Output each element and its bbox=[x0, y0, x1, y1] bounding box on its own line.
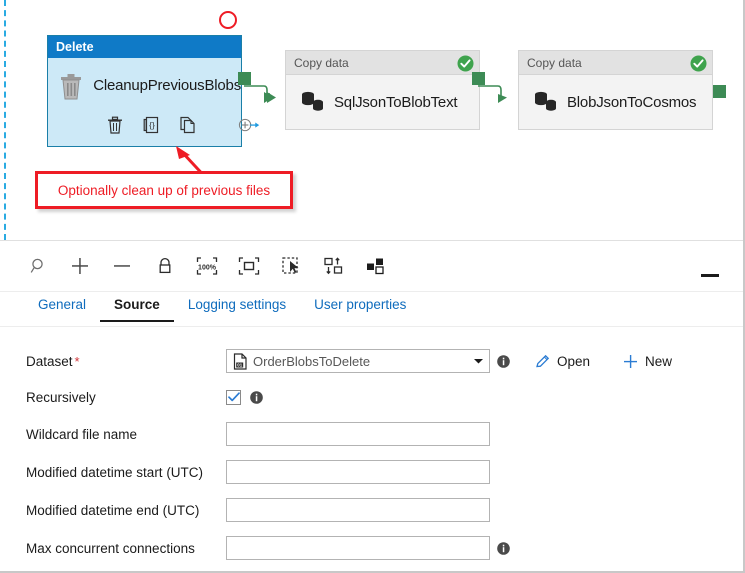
dataset-file-icon: 01 bbox=[227, 352, 253, 370]
dataset-info-icon[interactable] bbox=[497, 354, 510, 368]
tab-user-properties[interactable]: User properties bbox=[300, 292, 420, 320]
field-label-modified-datetime-end: Modified datetime end (UTC) bbox=[26, 502, 200, 518]
panel-tabs: General Source Logging settings User pro… bbox=[0, 292, 743, 327]
auto-align-icon[interactable] bbox=[321, 253, 347, 279]
dataset-open-label: Open bbox=[557, 353, 591, 369]
tab-general[interactable]: General bbox=[24, 292, 100, 320]
delete-icon[interactable] bbox=[104, 114, 126, 136]
dataset-open-button[interactable]: Open bbox=[534, 353, 590, 370]
field-label-recursively: Recursively bbox=[26, 389, 96, 405]
zoom-out-icon[interactable] bbox=[109, 253, 135, 279]
annotation-circle bbox=[219, 11, 237, 29]
recursively-info-icon[interactable] bbox=[250, 390, 263, 404]
dataset-new-label: New bbox=[645, 353, 673, 369]
add-output-icon[interactable] bbox=[238, 114, 260, 136]
zoom-in-icon[interactable] bbox=[67, 253, 93, 279]
dataset-new-button[interactable]: New bbox=[622, 353, 672, 370]
activity-delete-toolbar: {} bbox=[48, 114, 260, 138]
lock-icon[interactable] bbox=[152, 253, 178, 279]
activity-copy-sqljsontoblobtext[interactable]: Copy data SqlJsonToBlobText bbox=[285, 50, 480, 130]
pipeline-canvas[interactable]: Delete CleanupPreviousBlobs {} Copy data… bbox=[0, 0, 743, 240]
copy-data-icon bbox=[294, 89, 334, 115]
copy-data-icon bbox=[527, 89, 567, 115]
activity-delete-main: CleanupPreviousBlobs bbox=[48, 70, 241, 100]
output-port-copy2[interactable] bbox=[713, 85, 726, 98]
plus-icon bbox=[622, 353, 639, 370]
field-row-modified-datetime-start: Modified datetime start (UTC) bbox=[0, 453, 743, 491]
output-port-copy1[interactable] bbox=[472, 72, 485, 85]
activity-copy1-body: SqlJsonToBlobText bbox=[286, 75, 479, 129]
pencil-icon bbox=[534, 353, 551, 370]
annotation-callout: Optionally clean up of previous files bbox=[35, 171, 293, 209]
field-label-wildcard-file-name: Wildcard file name bbox=[26, 426, 138, 442]
search-icon[interactable] bbox=[26, 253, 52, 279]
canvas-selection-guide bbox=[4, 0, 6, 240]
minimize-panel-button[interactable] bbox=[701, 274, 719, 277]
activity-copy1-type-label: Copy data bbox=[294, 56, 349, 70]
activity-copy2-name: BlobJsonToCosmos bbox=[567, 93, 697, 111]
grouping-icon[interactable] bbox=[363, 253, 389, 279]
code-icon[interactable]: {} bbox=[140, 114, 162, 136]
wildcard-file-name-input[interactable] bbox=[226, 422, 490, 446]
field-label-max-concurrent-connections: Max concurrent connections bbox=[26, 540, 195, 556]
field-row-dataset: Dataset * 01 OrderBlobsToDelete Open New bbox=[0, 343, 743, 379]
output-port-delete[interactable] bbox=[238, 72, 251, 85]
select-tool-icon[interactable] bbox=[279, 253, 305, 279]
activity-delete-name: CleanupPreviousBlobs bbox=[93, 76, 241, 94]
annotation-callout-text: Optionally clean up of previous files bbox=[57, 182, 271, 198]
status-success-icon bbox=[690, 55, 707, 72]
chevron-down-icon[interactable] bbox=[467, 357, 489, 365]
field-row-wildcard-file-name: Wildcard file name bbox=[0, 415, 743, 453]
svg-text:100%: 100% bbox=[198, 265, 217, 272]
max-concurrent-connections-input[interactable] bbox=[226, 536, 490, 560]
svg-text:{}: {} bbox=[149, 120, 155, 130]
modified-datetime-start-input[interactable] bbox=[226, 460, 490, 484]
activity-copy-blobjsontocosmos[interactable]: Copy data BlobJsonToCosmos bbox=[518, 50, 713, 130]
zoom-100-icon[interactable]: 100% bbox=[194, 253, 220, 279]
pipeline-designer-window: Delete CleanupPreviousBlobs {} Copy data… bbox=[0, 0, 745, 573]
tab-source[interactable]: Source bbox=[100, 292, 174, 322]
activity-copy1-name: SqlJsonToBlobText bbox=[334, 93, 458, 111]
trash-icon bbox=[48, 70, 93, 100]
activity-copy2-header: Copy data bbox=[519, 51, 712, 75]
tab-logging-settings[interactable]: Logging settings bbox=[174, 292, 300, 320]
clone-icon[interactable] bbox=[176, 114, 198, 136]
recursively-checkbox[interactable] bbox=[226, 389, 241, 405]
status-success-icon bbox=[457, 55, 474, 72]
canvas-toolbar: 100% bbox=[0, 241, 743, 292]
source-form: Dataset * 01 OrderBlobsToDelete Open New… bbox=[0, 327, 743, 567]
activity-copy2-body: BlobJsonToCosmos bbox=[519, 75, 712, 129]
activity-copy2-type-label: Copy data bbox=[527, 56, 582, 70]
field-row-max-concurrent-connections: Max concurrent connections bbox=[0, 529, 743, 567]
field-label-modified-datetime-start: Modified datetime start (UTC) bbox=[26, 464, 204, 480]
activity-copy1-header: Copy data bbox=[286, 51, 479, 75]
required-asterisk: * bbox=[74, 353, 80, 369]
activity-delete[interactable]: Delete CleanupPreviousBlobs {} bbox=[47, 35, 260, 147]
field-label-dataset: Dataset * bbox=[26, 353, 80, 369]
activity-delete-body: CleanupPreviousBlobs {} bbox=[48, 58, 260, 146]
svg-text:01: 01 bbox=[237, 362, 242, 367]
modified-datetime-end-input[interactable] bbox=[226, 498, 490, 522]
max-concurrent-connections-info-icon[interactable] bbox=[497, 541, 510, 555]
field-row-modified-datetime-end: Modified datetime end (UTC) bbox=[0, 491, 743, 529]
field-row-recursively: Recursively bbox=[0, 379, 743, 415]
fit-to-screen-icon[interactable] bbox=[236, 253, 262, 279]
dataset-dropdown[interactable]: 01 OrderBlobsToDelete bbox=[226, 349, 490, 373]
activity-delete-type-label: Delete bbox=[48, 36, 241, 58]
activity-properties-panel: 100% General Source Logging settings Use… bbox=[0, 240, 743, 571]
dataset-value: OrderBlobsToDelete bbox=[253, 353, 371, 369]
